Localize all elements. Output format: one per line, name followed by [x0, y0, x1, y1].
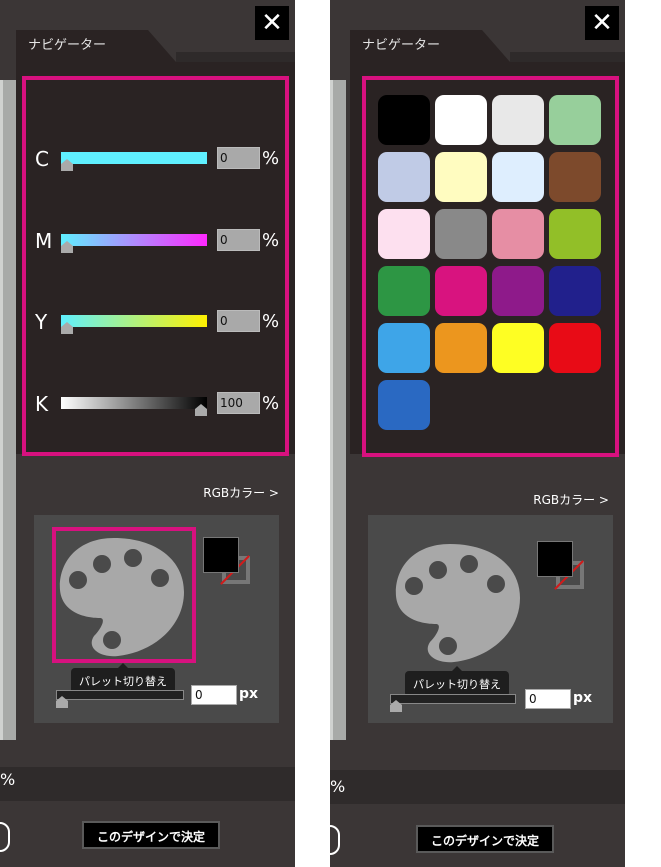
tab-navigator[interactable]: ナビゲーター	[350, 30, 482, 62]
color-swatch[interactable]	[378, 152, 430, 202]
color-swatch[interactable]	[378, 95, 430, 145]
close-button[interactable]: ✕	[255, 6, 289, 40]
size-slider-track[interactable]	[390, 694, 516, 704]
color-swatch[interactable]	[378, 380, 430, 430]
decide-design-button[interactable]: このデザインで決定	[416, 825, 554, 853]
unit-label: px	[573, 690, 593, 706]
canvas-edge-strip	[330, 80, 346, 740]
color-swatch[interactable]	[492, 323, 544, 373]
color-swatch[interactable]	[549, 152, 601, 202]
size-input[interactable]: 0	[525, 689, 571, 709]
percent-label: %	[262, 311, 280, 332]
bottom-bar	[330, 770, 625, 804]
color-swatch[interactable]	[435, 152, 487, 202]
cyan-value-input[interactable]: 0	[217, 147, 260, 169]
color-panel-swatches: ✕ ナビゲーター RGBカラー > パレット切り替え 0 px % このデザイン…	[330, 0, 625, 867]
magenta-value-input[interactable]: 0	[217, 229, 260, 251]
cyan-slider-thumb[interactable]	[61, 159, 73, 171]
magenta-slider-thumb[interactable]	[61, 241, 73, 253]
close-button[interactable]: ✕	[585, 6, 619, 40]
palette-highlight-frame	[52, 527, 196, 663]
color-swatch[interactable]	[549, 323, 601, 373]
rgb-color-link[interactable]: RGBカラー >	[533, 491, 609, 508]
cmyk-label: Y	[35, 310, 48, 334]
percent-label: %	[262, 148, 280, 169]
color-swatch[interactable]	[435, 95, 487, 145]
magenta-slider-track[interactable]	[61, 234, 207, 246]
color-panel-cmyk: ✕ ナビゲーター C 0 % M 0 % Y 0 % K 100 % RGBカラ…	[0, 0, 295, 867]
cmyk-row-k: K 100 %	[0, 389, 295, 419]
percent-label: %	[262, 393, 280, 414]
zoom-percent: %	[0, 770, 16, 789]
color-swatch[interactable]	[378, 209, 430, 259]
cmyk-label: K	[35, 392, 49, 416]
cmyk-label: C	[35, 147, 49, 171]
color-swatch[interactable]	[492, 95, 544, 145]
key-value-input[interactable]: 100	[217, 392, 260, 414]
color-swatch[interactable]	[492, 152, 544, 202]
color-swatch[interactable]	[378, 323, 430, 373]
size-slider-track[interactable]	[56, 690, 184, 700]
cmyk-label: M	[35, 229, 53, 253]
key-slider-thumb[interactable]	[195, 404, 207, 416]
cyan-slider-track[interactable]	[61, 152, 207, 164]
percent-label: %	[262, 230, 280, 251]
zoom-percent: %	[330, 777, 346, 796]
color-swatch[interactable]	[549, 209, 601, 259]
color-swatch[interactable]	[549, 266, 601, 316]
unit-label: px	[239, 686, 259, 702]
bottom-bar	[0, 767, 295, 801]
size-slider-thumb[interactable]	[56, 696, 68, 708]
palette-icon[interactable]	[392, 538, 527, 666]
key-slider-track[interactable]	[61, 397, 207, 409]
cmyk-row-y: Y 0 %	[0, 307, 295, 337]
cmyk-row-m: M 0 %	[0, 226, 295, 256]
foreground-color-swatch[interactable]	[203, 537, 239, 573]
rgb-color-link[interactable]: RGBカラー >	[203, 484, 279, 501]
cmyk-row-c: C 0 %	[0, 144, 295, 174]
foreground-color-swatch[interactable]	[537, 541, 573, 577]
color-swatch[interactable]	[492, 266, 544, 316]
color-swatch[interactable]	[435, 266, 487, 316]
yellow-slider-thumb[interactable]	[61, 322, 73, 334]
decide-design-button[interactable]: このデザインで決定	[82, 821, 220, 849]
color-swatch[interactable]	[378, 266, 430, 316]
yellow-slider-track[interactable]	[61, 315, 207, 327]
color-swatch[interactable]	[435, 209, 487, 259]
size-slider-thumb[interactable]	[390, 700, 402, 712]
color-swatch[interactable]	[435, 323, 487, 373]
size-input[interactable]: 0	[191, 685, 237, 705]
yellow-value-input[interactable]: 0	[217, 310, 260, 332]
color-swatch[interactable]	[549, 95, 601, 145]
color-swatch[interactable]	[492, 209, 544, 259]
tab-navigator[interactable]: ナビゲーター	[16, 30, 148, 62]
